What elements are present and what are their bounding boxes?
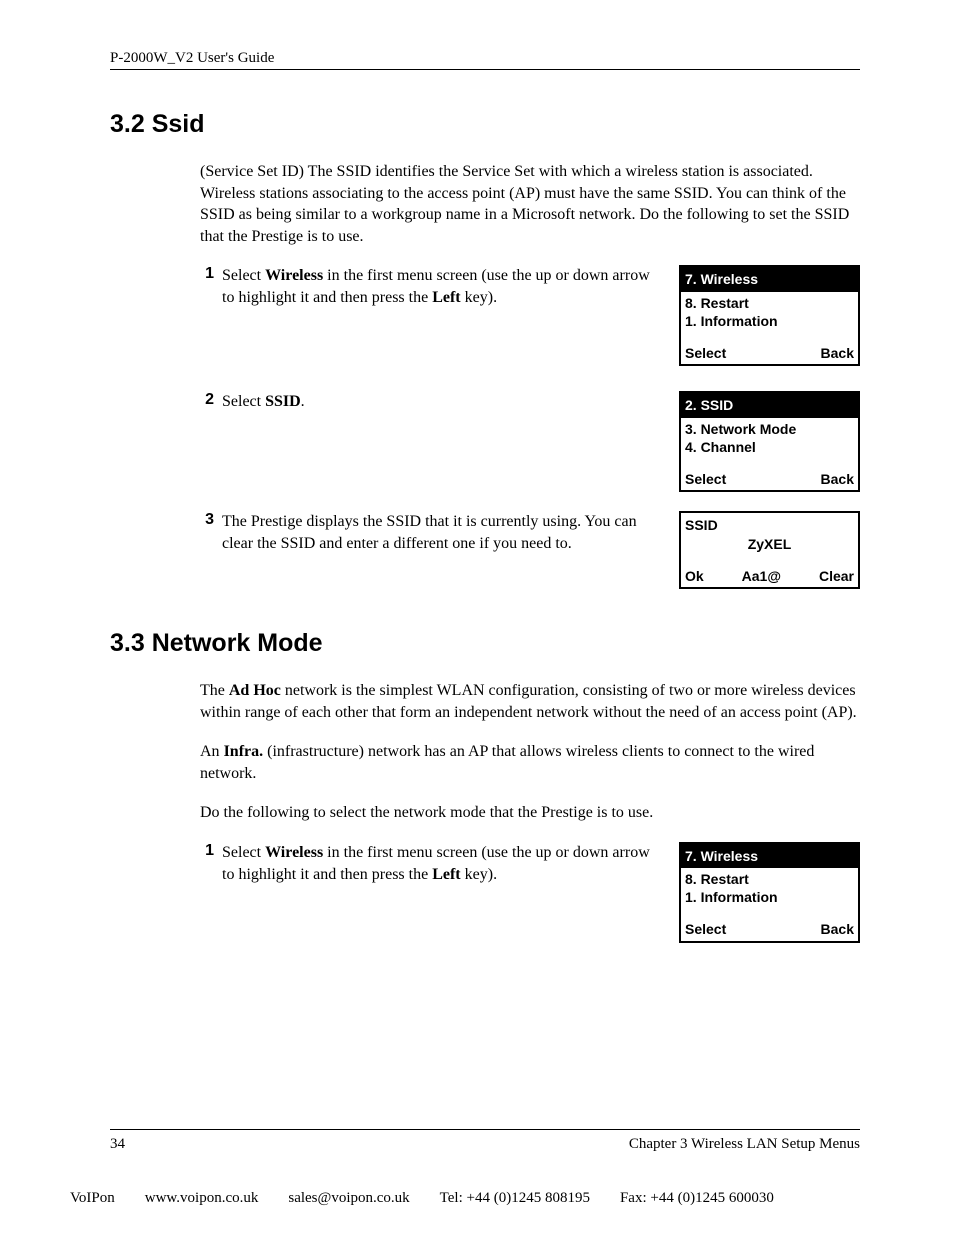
lcd-screen: 7. Wireless 8. Restart 1. Information Se…: [679, 842, 860, 943]
lcd-line: SSID: [685, 516, 854, 534]
footer: 34 Chapter 3 Wireless LAN Setup Menus: [110, 1129, 860, 1153]
step-row: 2 Select SSID. 2. SSID 3. Network Mode 4…: [200, 391, 860, 503]
t: The: [200, 682, 229, 699]
intro-3-2: (Service Set ID) The SSID identifies the…: [200, 161, 860, 247]
lcd-line: 8. Restart: [685, 870, 854, 888]
tel: Tel: +44 (0)1245 808195: [440, 1190, 590, 1207]
p-3-3-3: Do the following to select the network m…: [200, 802, 860, 824]
lcd-softkey-left: Ok: [685, 567, 704, 585]
chapter-label: Chapter 3 Wireless LAN Setup Menus: [629, 1136, 860, 1153]
step-row: 1 Select Wireless in the first menu scre…: [200, 842, 860, 943]
t: Select: [222, 393, 265, 410]
lcd-softkey-left: Select: [685, 470, 726, 488]
lcd-softkey-right: Clear: [819, 567, 854, 585]
lcd-line: 4. Channel: [685, 438, 854, 456]
lcd-softkey-mid: Aa1@: [742, 567, 781, 585]
step-text: Select Wireless in the first menu screen…: [222, 842, 665, 885]
steps-3-3: 1 Select Wireless in the first menu scre…: [200, 842, 860, 943]
step-text: The Prestige displays the SSID that it i…: [222, 511, 665, 554]
t-bold: Wireless: [265, 267, 323, 284]
t: Select: [222, 844, 265, 861]
heading-3-2: 3.2 Ssid: [110, 110, 860, 139]
step-row: 3 The Prestige displays the SSID that it…: [200, 511, 860, 589]
t-bold: Left: [432, 289, 460, 306]
url: www.voipon.co.uk: [145, 1190, 259, 1207]
t: key).: [461, 289, 497, 306]
t-bold: Left: [432, 866, 460, 883]
heading-3-3: 3.3 Network Mode: [110, 629, 860, 658]
t: .: [301, 393, 305, 410]
lcd-softkey-right: Back: [821, 920, 854, 938]
step-number: 3: [200, 511, 214, 554]
lcd-softkey-left: Select: [685, 344, 726, 362]
lcd-highlight: 2. SSID: [681, 393, 858, 417]
t-bold: Wireless: [265, 844, 323, 861]
p-3-3-1: The Ad Hoc network is the simplest WLAN …: [200, 680, 860, 723]
page: P-2000W_V2 User's Guide 3.2 Ssid (Servic…: [0, 0, 954, 1235]
lcd-screen: SSID ZyXEL Ok Aa1@ Clear: [679, 511, 860, 589]
p-3-3-2: An Infra. (infrastructure) network has a…: [200, 741, 860, 784]
running-header: P-2000W_V2 User's Guide: [110, 50, 860, 70]
step-number: 2: [200, 391, 214, 413]
lcd-line: 1. Information: [685, 312, 854, 330]
step-number: 1: [200, 842, 214, 885]
lcd-softkey-right: Back: [821, 470, 854, 488]
contact-footer: VoIPon www.voipon.co.uk sales@voipon.co.…: [70, 1190, 894, 1207]
t-bold: SSID: [265, 393, 301, 410]
step-number: 1: [200, 265, 214, 308]
t: key).: [461, 866, 497, 883]
lcd-screen: 7. Wireless 8. Restart 1. Information Se…: [679, 265, 860, 366]
email: sales@voipon.co.uk: [288, 1190, 409, 1207]
lcd-softkey-left: Select: [685, 920, 726, 938]
step-text: Select Wireless in the first menu screen…: [222, 265, 665, 308]
t: (infrastructure) network has an AP that …: [200, 743, 814, 782]
steps-3-2: 1 Select Wireless in the first menu scre…: [200, 265, 860, 589]
t: network is the simplest WLAN configurati…: [200, 682, 857, 721]
lcd-line: 3. Network Mode: [685, 420, 854, 438]
lcd-line: 8. Restart: [685, 294, 854, 312]
fax: Fax: +44 (0)1245 600030: [620, 1190, 774, 1207]
t-bold: Infra.: [224, 743, 264, 760]
lcd-highlight: 7. Wireless: [681, 267, 858, 291]
t: Select: [222, 267, 265, 284]
lcd-line: 1. Information: [685, 888, 854, 906]
lcd-softkey-right: Back: [821, 344, 854, 362]
t: An: [200, 743, 224, 760]
step-text: Select SSID.: [222, 391, 665, 413]
lcd-screen: 2. SSID 3. Network Mode 4. Channel Selec…: [679, 391, 860, 492]
step-row: 1 Select Wireless in the first menu scre…: [200, 265, 860, 383]
lcd-value: ZyXEL: [685, 535, 854, 553]
t-bold: Ad Hoc: [229, 682, 281, 699]
page-number: 34: [110, 1136, 125, 1153]
company: VoIPon: [70, 1190, 115, 1207]
lcd-highlight: 7. Wireless: [681, 844, 858, 868]
